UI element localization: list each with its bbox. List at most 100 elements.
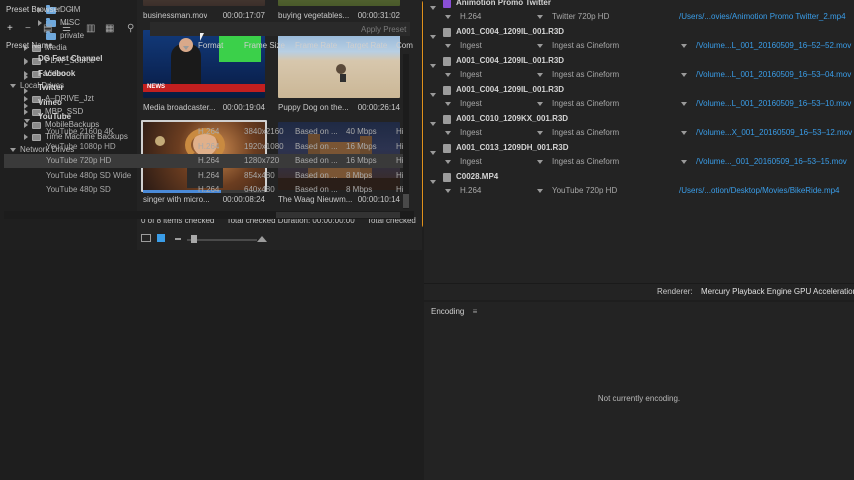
output-file-link[interactable]: /Volume...L_001_20160509_16–53–10.mov	[696, 97, 851, 111]
panel-menu-icon[interactable]: ≡	[473, 307, 478, 316]
queue-item[interactable]: A001_C010_1209KX_001.R3D	[424, 112, 854, 126]
output-format[interactable]: Ingest	[460, 39, 482, 53]
group-icon[interactable]: ▤	[43, 24, 52, 34]
output-file-link[interactable]: /Volume...L_001_20160509_16–52–52.mov	[696, 39, 851, 53]
output-dropdown-icon[interactable]	[681, 68, 687, 82]
expand-arrow-icon[interactable]	[38, 20, 42, 26]
preset-dropdown-icon[interactable]	[537, 184, 543, 198]
mouse-cursor-icon	[200, 33, 204, 41]
output-file-link[interactable]: /Users/...ovies/Animotion Promo Twitter_…	[679, 10, 846, 24]
output-preset[interactable]: Ingest as Cineform	[552, 126, 619, 140]
output-dropdown-icon[interactable]	[681, 39, 687, 53]
output-dropdown-icon[interactable]	[681, 126, 687, 140]
column-frame-size[interactable]: Frame Size	[244, 41, 285, 50]
format-dropdown-icon[interactable]	[445, 155, 451, 169]
queue-output-row[interactable]: H.264 Twitter 720p HD/Users/...ovies/Anim…	[424, 10, 854, 24]
queue-item-name: A001_C013_1209DH_001.R3D	[456, 143, 569, 152]
queue-output-row[interactable]: Ingest Ingest as Cineform/Volume...L_001_…	[424, 97, 854, 111]
preset-group[interactable]: YouTube	[4, 110, 404, 124]
zoom-slider-handle[interactable]	[191, 235, 197, 243]
queue-output-row[interactable]: Ingest Ingest as Cineform/Volume...L_001_…	[424, 39, 854, 53]
zoom-slider-track[interactable]	[187, 239, 257, 241]
queue-output-row[interactable]: Ingest Ingest as Cineform/Volume..._001_2…	[424, 155, 854, 169]
renderer-select[interactable]: Mercury Playback Engine GPU Acceleration	[701, 284, 854, 300]
format-dropdown-icon[interactable]	[445, 184, 451, 198]
remove-preset-icon[interactable]: −	[25, 24, 31, 34]
output-format[interactable]: Ingest	[460, 155, 482, 169]
preset-row[interactable]: YouTube 480p SD Wide H.264 854x480 Based on…	[4, 169, 404, 183]
preset-group[interactable]: Vimeo	[4, 96, 404, 110]
queue-output-row[interactable]: Ingest Ingest as Cineform/Volume...L_001_…	[424, 68, 854, 82]
queue-item[interactable]: C0028.MP4	[424, 170, 854, 184]
vertical-scroll-thumb[interactable]	[403, 194, 409, 208]
output-preset[interactable]: Ingest as Cineform	[552, 97, 619, 111]
output-format[interactable]: H.264	[460, 10, 481, 24]
output-file-link[interactable]: /Volume...X_001_20160509_16–53–12.mov	[696, 126, 852, 140]
output-file-link[interactable]: /Volume..._001_20160509_16–53–15.mov	[696, 155, 847, 169]
source-file-icon	[443, 28, 451, 37]
horizontal-scroll-thumb[interactable]	[276, 212, 400, 218]
column-comment[interactable]: Com	[396, 41, 413, 50]
output-preset[interactable]: YouTube 720p HD	[552, 184, 617, 198]
queue-item[interactable]: Animotion Promo Twitter	[424, 0, 854, 10]
output-format[interactable]: Ingest	[460, 97, 482, 111]
preset-row[interactable]: YouTube 480p SD H.264 640x480 Based on ... 8…	[4, 183, 404, 197]
preset-dropdown-icon[interactable]	[537, 39, 543, 53]
preset-group[interactable]: Facebook	[4, 67, 404, 81]
search-icon[interactable]: ⚲	[127, 24, 134, 34]
add-preset-icon[interactable]: +	[7, 24, 13, 34]
zoom-in-icon[interactable]	[257, 236, 267, 242]
preset-dropdown-icon[interactable]	[537, 97, 543, 111]
output-preset[interactable]: Ingest as Cineform	[552, 155, 619, 169]
panel-title: Preset Browser	[6, 5, 61, 14]
clip-thumbnail[interactable]	[143, 0, 265, 6]
clip-thumbnail[interactable]	[278, 0, 400, 6]
panel-menu-icon[interactable]: ≡	[69, 5, 74, 14]
list-view-icon[interactable]	[141, 234, 151, 242]
output-preset[interactable]: Ingest as Cineform	[552, 68, 619, 82]
output-file-link[interactable]: /Users/...otion/Desktop/Movies/BikeRide.…	[679, 184, 840, 198]
output-format[interactable]: Ingest	[460, 126, 482, 140]
preset-dropdown-icon[interactable]	[537, 68, 543, 82]
preset-format: H.264	[198, 141, 220, 151]
queue-item[interactable]: A001_C004_1209IL_001.R3D	[424, 83, 854, 97]
preset-dropdown-icon[interactable]	[537, 155, 543, 169]
output-preset[interactable]: Twitter 720p HD	[552, 10, 609, 24]
grid-view-icon[interactable]	[157, 234, 165, 242]
format-dropdown-icon[interactable]	[445, 126, 451, 140]
sort-arrow-icon[interactable]	[183, 43, 189, 52]
import-preset-icon[interactable]: ▥	[86, 24, 95, 34]
output-format[interactable]: H.264	[460, 184, 481, 198]
output-dropdown-icon[interactable]	[681, 97, 687, 111]
preset-row-selected[interactable]: YouTube 720p HD H.264 1280x720 Based on ...…	[4, 154, 404, 169]
format-dropdown-icon[interactable]	[445, 10, 451, 24]
queue-output-row[interactable]: Ingest Ingest as Cineform/Volume...X_001_…	[424, 126, 854, 140]
column-frame-rate[interactable]: Frame Rate	[295, 41, 337, 50]
column-target-rate[interactable]: Target Rate	[346, 41, 387, 50]
preset-row[interactable]: YouTube 2160p 4K H.264 3840x2160 Based on .…	[4, 125, 404, 139]
preset-row[interactable]: YouTube 1080p HD H.264 1920x1080 Based on .…	[4, 140, 404, 154]
vertical-scrollbar[interactable]	[403, 54, 409, 209]
queue-output-row[interactable]: H.264 YouTube 720p HD/Users/...otion/Desk…	[424, 184, 854, 198]
zoom-out-icon[interactable]	[175, 238, 181, 240]
preset-dropdown-icon[interactable]	[537, 10, 543, 24]
output-preset[interactable]: Ingest as Cineform	[552, 39, 619, 53]
queue-item[interactable]: A001_C013_1209DH_001.R3D	[424, 141, 854, 155]
format-dropdown-icon[interactable]	[445, 39, 451, 53]
output-file-link[interactable]: /Volume...L_001_20160509_16–53–04.mov	[696, 68, 851, 82]
export-preset-icon[interactable]: ▦	[105, 24, 114, 34]
preset-group[interactable]: DG Fast Channel	[4, 52, 404, 66]
column-format[interactable]: Format	[198, 41, 223, 50]
apply-preset-button[interactable]: Apply Preset	[361, 25, 406, 34]
format-dropdown-icon[interactable]	[445, 68, 451, 82]
settings-icon[interactable]: ☰	[62, 24, 71, 34]
column-preset-name[interactable]: Preset Name	[6, 41, 53, 50]
output-format[interactable]: Ingest	[460, 68, 482, 82]
preset-dropdown-icon[interactable]	[537, 126, 543, 140]
output-dropdown-icon[interactable]	[681, 155, 687, 169]
preset-group[interactable]: Twitter	[4, 81, 404, 95]
format-dropdown-icon[interactable]	[445, 97, 451, 111]
queue-item[interactable]: A001_C004_1209IL_001.R3D	[424, 25, 854, 39]
preset-frame-size: 3840x2160	[244, 127, 284, 136]
queue-item[interactable]: A001_C004_1209IL_001.R3D	[424, 54, 854, 68]
